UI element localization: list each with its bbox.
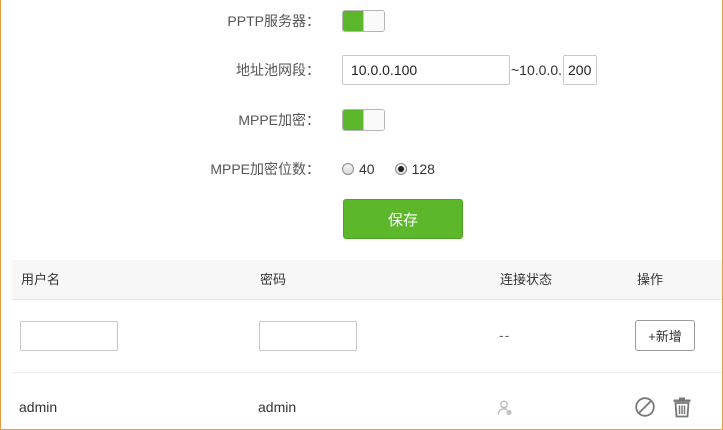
header-status: 连接状态 xyxy=(500,272,553,287)
address-pool-label: 地址池网段： xyxy=(236,62,320,78)
table-row: admin admin xyxy=(12,373,722,429)
user-offline-icon xyxy=(496,399,514,420)
toggle-knob xyxy=(363,11,384,31)
toggle-knob xyxy=(363,110,384,130)
table-header: 用户名 密码 连接状态 操作 xyxy=(12,260,722,300)
vpn-users-table: 用户名 密码 连接状态 操作 -- +新增 admin admin xyxy=(12,260,722,429)
address-pool-end-input[interactable] xyxy=(563,55,597,85)
radio-128[interactable] xyxy=(394,163,407,175)
mppe-encryption-label: MPPE加密： xyxy=(238,112,320,128)
mppe-encryption-toggle[interactable] xyxy=(342,109,385,131)
mppe-bits-row: MPPE加密位数： 40 128 xyxy=(1,153,722,185)
mppe-bits-label: MPPE加密位数： xyxy=(210,161,320,177)
address-pool-separator: ~10.0.0. xyxy=(511,62,562,78)
header-password: 密码 xyxy=(260,272,287,287)
mppe-bits-option-128[interactable]: 128 xyxy=(394,161,435,177)
toggle-fill xyxy=(343,110,365,130)
radio-128-label: 128 xyxy=(411,161,435,177)
pptp-settings-panel: PPTP服务器： 地址池网段： ~10.0.0. MPPE加密： MPPE加密位… xyxy=(0,0,723,430)
add-user-button[interactable]: +新增 xyxy=(635,320,695,351)
header-username: 用户名 xyxy=(21,272,61,287)
save-button[interactable]: 保存 xyxy=(343,199,463,239)
header-actions: 操作 xyxy=(637,272,664,287)
radio-40[interactable] xyxy=(342,163,354,175)
mppe-bits-radio-group: 40 128 xyxy=(342,161,455,177)
address-pool-row: 地址池网段： ~10.0.0. xyxy=(1,54,722,86)
pptp-server-toggle[interactable] xyxy=(342,10,385,32)
pptp-server-label: PPTP服务器： xyxy=(227,13,320,29)
new-username-input[interactable] xyxy=(20,321,118,351)
pptp-server-row: PPTP服务器： xyxy=(1,5,722,37)
status-placeholder: -- xyxy=(499,327,511,343)
disable-icon[interactable] xyxy=(634,396,656,418)
radio-40-label: 40 xyxy=(359,161,375,177)
address-pool-start-input[interactable] xyxy=(342,55,510,85)
mppe-bits-option-40[interactable]: 40 xyxy=(342,161,375,177)
add-user-row: -- +新增 xyxy=(12,300,722,373)
toggle-fill xyxy=(343,11,365,31)
trash-icon[interactable] xyxy=(671,396,693,418)
user-username: admin xyxy=(19,399,58,415)
user-password: admin xyxy=(258,399,297,415)
new-password-input[interactable] xyxy=(259,321,357,351)
mppe-encryption-row: MPPE加密： xyxy=(1,104,722,136)
